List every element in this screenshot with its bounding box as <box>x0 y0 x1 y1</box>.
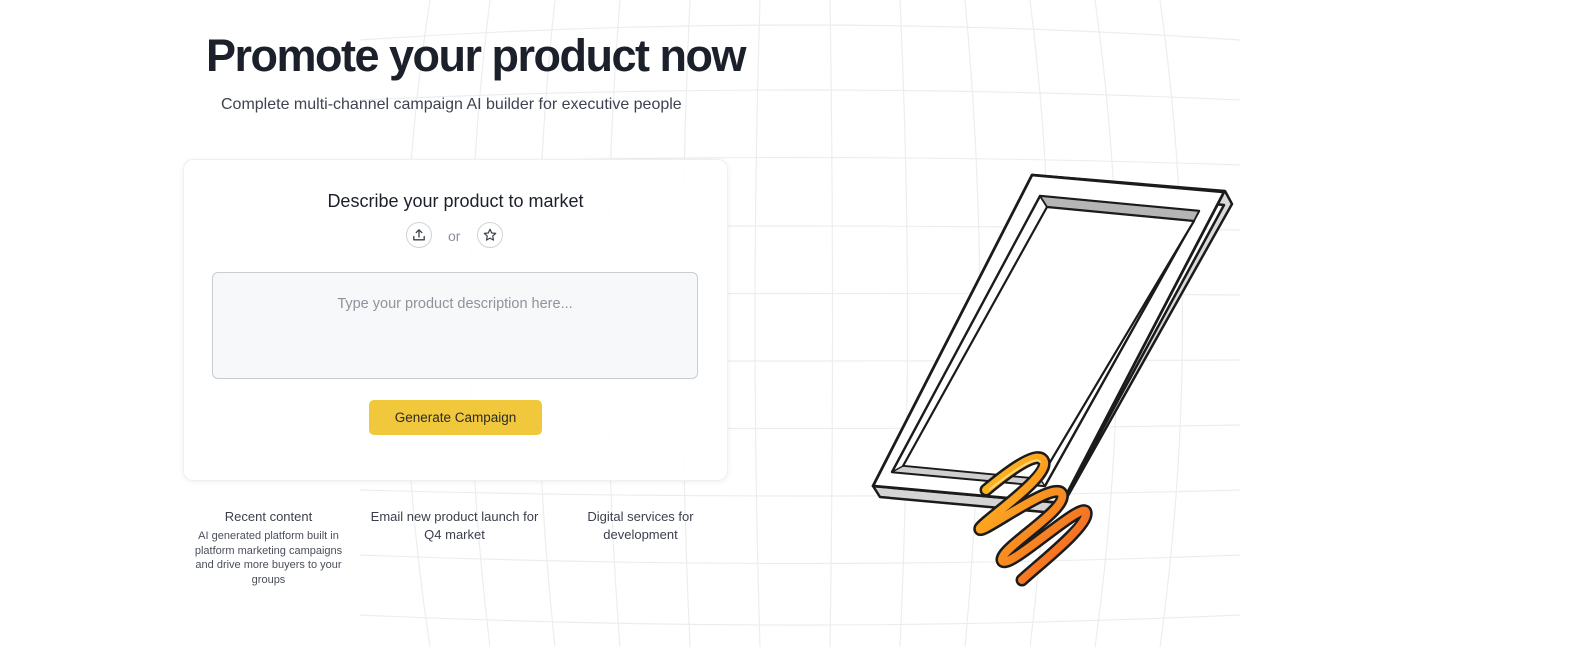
upload-icon <box>413 229 425 241</box>
card-title: Describe your product to market <box>327 191 584 211</box>
page-title: Promote your product now <box>206 30 747 81</box>
product-description-input[interactable] <box>212 272 698 379</box>
or-separator: or <box>448 228 461 244</box>
suggestion-description: AI generated platform built in platform … <box>194 530 343 586</box>
suggestion-email-launch[interactable]: Email new product launch for Q4 market <box>362 508 547 544</box>
phone-with-coil-illustration <box>871 173 1234 587</box>
generate-campaign-button[interactable]: Generate Campaign <box>369 400 542 435</box>
landing-page: Promote your product now Complete multi-… <box>0 0 1578 647</box>
suggestion-title: Recent content <box>224 509 313 524</box>
suggestion-recent-content[interactable]: Recent content AI generated platform bui… <box>188 508 349 587</box>
page-subtitle: Complete multi-channel campaign AI build… <box>221 96 682 113</box>
favorite-button[interactable] <box>477 222 503 248</box>
upload-button[interactable] <box>406 222 432 248</box>
star-icon <box>483 228 497 241</box>
suggestion-title: Email new product launch for Q4 market <box>370 509 539 542</box>
suggestion-title: Digital services for development <box>587 509 694 542</box>
suggestion-digital-services[interactable]: Digital services for development <box>576 508 705 544</box>
product-description-card: Describe your product to market or Gener… <box>183 159 728 481</box>
